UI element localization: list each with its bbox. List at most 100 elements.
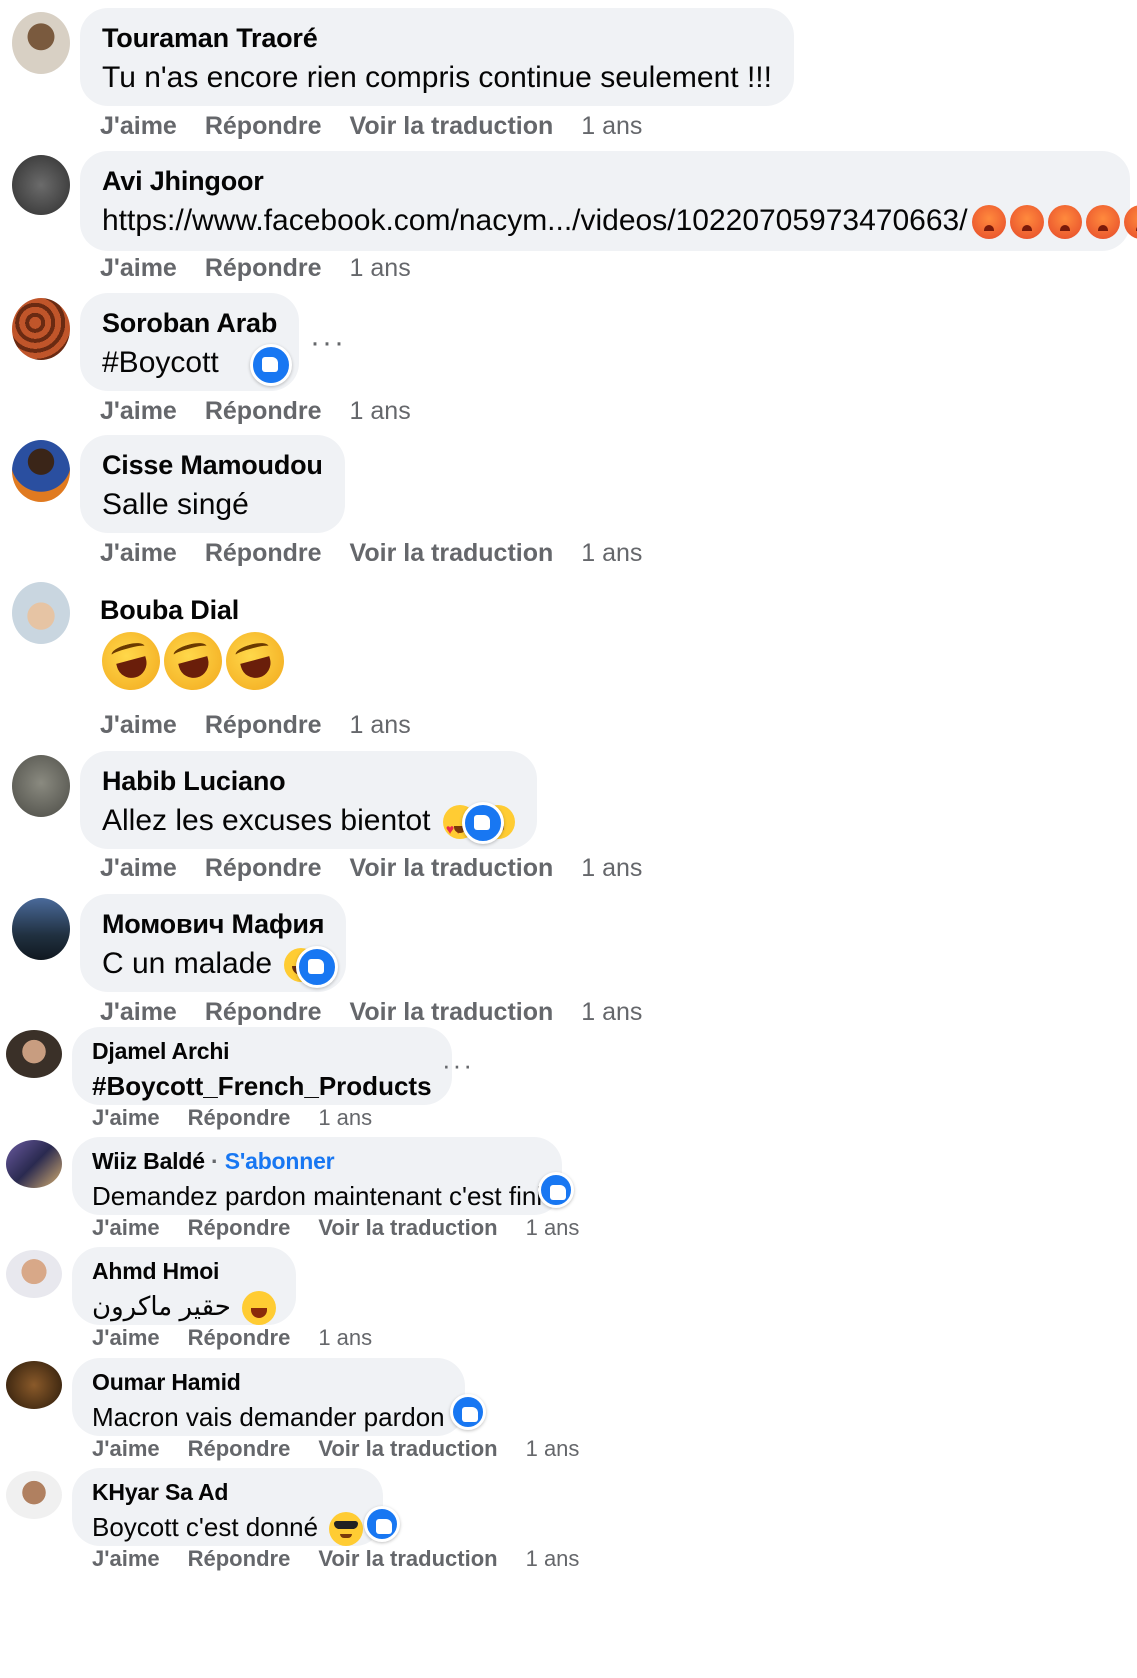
see-translation-link[interactable]: Voir la traduction [350, 998, 554, 1026]
author-name[interactable]: Soroban Arab [102, 307, 277, 339]
see-translation-link[interactable]: Voir la traduction [318, 1215, 497, 1240]
timestamp[interactable]: 1 ans [350, 254, 411, 282]
avatar[interactable] [12, 440, 70, 502]
comment-text: Demandez pardon maintenant c'est fini [92, 1181, 543, 1211]
author-name[interactable]: KHyar Sa Ad [92, 1478, 363, 1506]
comment-actions: J'aime Répondre 1 ans [92, 1325, 400, 1351]
emoji-sticker-row [95, 625, 291, 697]
like-reaction-icon[interactable] [538, 1172, 574, 1208]
see-translation-link[interactable]: Voir la traduction [350, 539, 554, 567]
see-translation-link[interactable]: Voir la traduction [318, 1436, 497, 1461]
comment-text: C un malade [102, 944, 324, 984]
rolling-laughing-emoji-icon [157, 625, 229, 697]
comment-bubble: Avi Jhingoor https://www.facebook.com/na… [80, 151, 1137, 251]
reply-link[interactable]: Répondre [205, 397, 322, 425]
timestamp[interactable]: 1 ans [318, 1105, 372, 1130]
reply-link[interactable]: Répondre [188, 1546, 291, 1571]
see-translation-link[interactable]: Voir la traduction [350, 854, 554, 882]
like-link[interactable]: J'aime [100, 854, 177, 882]
avatar[interactable] [12, 755, 70, 817]
like-link[interactable]: J'aime [92, 1325, 160, 1350]
like-reaction-icon[interactable] [250, 344, 292, 386]
avatar[interactable] [12, 12, 70, 74]
author-name[interactable]: Bouba Dial [100, 594, 239, 626]
more-options-icon[interactable]: ··· [442, 1050, 474, 1081]
like-reaction-icon[interactable] [296, 946, 338, 988]
timestamp[interactable]: 1 ans [318, 1325, 372, 1350]
comment-actions: J'aime Répondre Voir la traduction 1 ans [100, 998, 670, 1027]
comment-text: Salle singé [102, 488, 249, 521]
author-name[interactable]: Ahmd Hmoi [92, 1257, 276, 1285]
comment-text-value: حقير ماكرون [92, 1291, 231, 1321]
like-link[interactable]: J'aime [92, 1215, 160, 1240]
author-name[interactable]: Avi Jhingoor [102, 165, 1108, 197]
reply-link[interactable]: Répondre [188, 1325, 291, 1350]
like-link[interactable]: J'aime [92, 1546, 160, 1571]
like-link[interactable]: J'aime [100, 112, 177, 140]
follow-link[interactable]: S'abonner [225, 1148, 335, 1174]
reply-link[interactable]: Répondre [205, 254, 322, 282]
timestamp[interactable]: 1 ans [350, 397, 411, 425]
author-name[interactable]: Touraman Traoré [102, 22, 772, 54]
avatar[interactable] [12, 582, 70, 644]
author-name[interactable]: Момович Мафия [102, 908, 325, 940]
avatar[interactable] [12, 298, 70, 360]
reply-link[interactable]: Répondre [205, 998, 322, 1026]
reply-link[interactable]: Répondre [205, 112, 322, 140]
author-name[interactable]: Habib Luciano [102, 765, 515, 797]
like-link[interactable]: J'aime [92, 1436, 160, 1461]
like-reaction-icon[interactable] [364, 1506, 400, 1542]
reply-link[interactable]: Répondre [188, 1436, 291, 1461]
avatar[interactable] [12, 155, 70, 215]
reply-link[interactable]: Répondre [188, 1215, 291, 1240]
angry-emoji-icon [1047, 205, 1082, 240]
rolling-laughing-emoji-icon [95, 625, 167, 697]
avatar[interactable] [12, 898, 70, 960]
see-translation-link[interactable]: Voir la traduction [318, 1546, 497, 1571]
author-name[interactable]: Oumar Hamid [92, 1368, 445, 1396]
link-text[interactable]: https://www.facebook.com/nacym.../videos… [102, 204, 968, 237]
avatar[interactable] [6, 1250, 62, 1298]
like-link[interactable]: J'aime [100, 539, 177, 567]
timestamp[interactable]: 1 ans [350, 711, 411, 739]
more-options-icon[interactable]: ··· [310, 326, 346, 360]
like-reaction-icon[interactable] [450, 1394, 486, 1430]
rolling-laughing-emoji-icon [219, 625, 291, 697]
like-link[interactable]: J'aime [92, 1105, 160, 1130]
comment-link[interactable]: https://www.facebook.com/nacym.../videos… [102, 201, 1137, 241]
reply-link[interactable]: Répondre [205, 854, 322, 882]
comment-bubble: Ahmd Hmoi حقير ماكرون [72, 1247, 297, 1326]
comment-bubble: KHyar Sa Ad Boycott c'est donné [72, 1468, 384, 1547]
timestamp[interactable]: 1 ans [581, 998, 642, 1026]
author-name-value[interactable]: Wiiz Baldé [92, 1148, 205, 1174]
reply-link[interactable]: Répondre [205, 711, 322, 739]
like-link[interactable]: J'aime [100, 397, 177, 425]
timestamp[interactable]: 1 ans [581, 854, 642, 882]
comment-actions: J'aime Répondre Voir la traduction 1 ans [100, 854, 670, 883]
timestamp[interactable]: 1 ans [581, 539, 642, 567]
timestamp[interactable]: 1 ans [526, 1436, 580, 1461]
like-link[interactable]: J'aime [100, 998, 177, 1026]
see-translation-link[interactable]: Voir la traduction [350, 112, 554, 140]
avatar[interactable] [6, 1361, 62, 1409]
like-reaction-icon[interactable] [462, 802, 504, 844]
avatar[interactable] [6, 1030, 62, 1078]
avatar[interactable] [6, 1471, 62, 1519]
comment-bubble: Oumar Hamid Macron vais demander pardon [72, 1358, 465, 1436]
timestamp[interactable]: 1 ans [581, 112, 642, 140]
comment-text: Macron vais demander pardon [92, 1402, 445, 1432]
avatar[interactable] [6, 1140, 62, 1188]
reply-link[interactable]: Répondre [188, 1105, 291, 1130]
comment-actions: J'aime Répondre Voir la traduction 1 ans [92, 1215, 607, 1241]
timestamp[interactable]: 1 ans [526, 1215, 580, 1240]
like-link[interactable]: J'aime [100, 711, 177, 739]
author-name: Wiiz Baldé · S'abonner [92, 1147, 542, 1175]
comment-text: Tu n'as encore rien compris continue seu… [102, 61, 772, 94]
comment-text-value: Boycott c'est donné [92, 1512, 319, 1542]
author-name[interactable]: Cisse Mamoudou [102, 449, 323, 481]
like-link[interactable]: J'aime [100, 254, 177, 282]
author-name[interactable]: Djamel Archi [92, 1037, 432, 1065]
angry-emoji-icon [1009, 205, 1044, 240]
reply-link[interactable]: Répondre [205, 539, 322, 567]
timestamp[interactable]: 1 ans [526, 1546, 580, 1571]
